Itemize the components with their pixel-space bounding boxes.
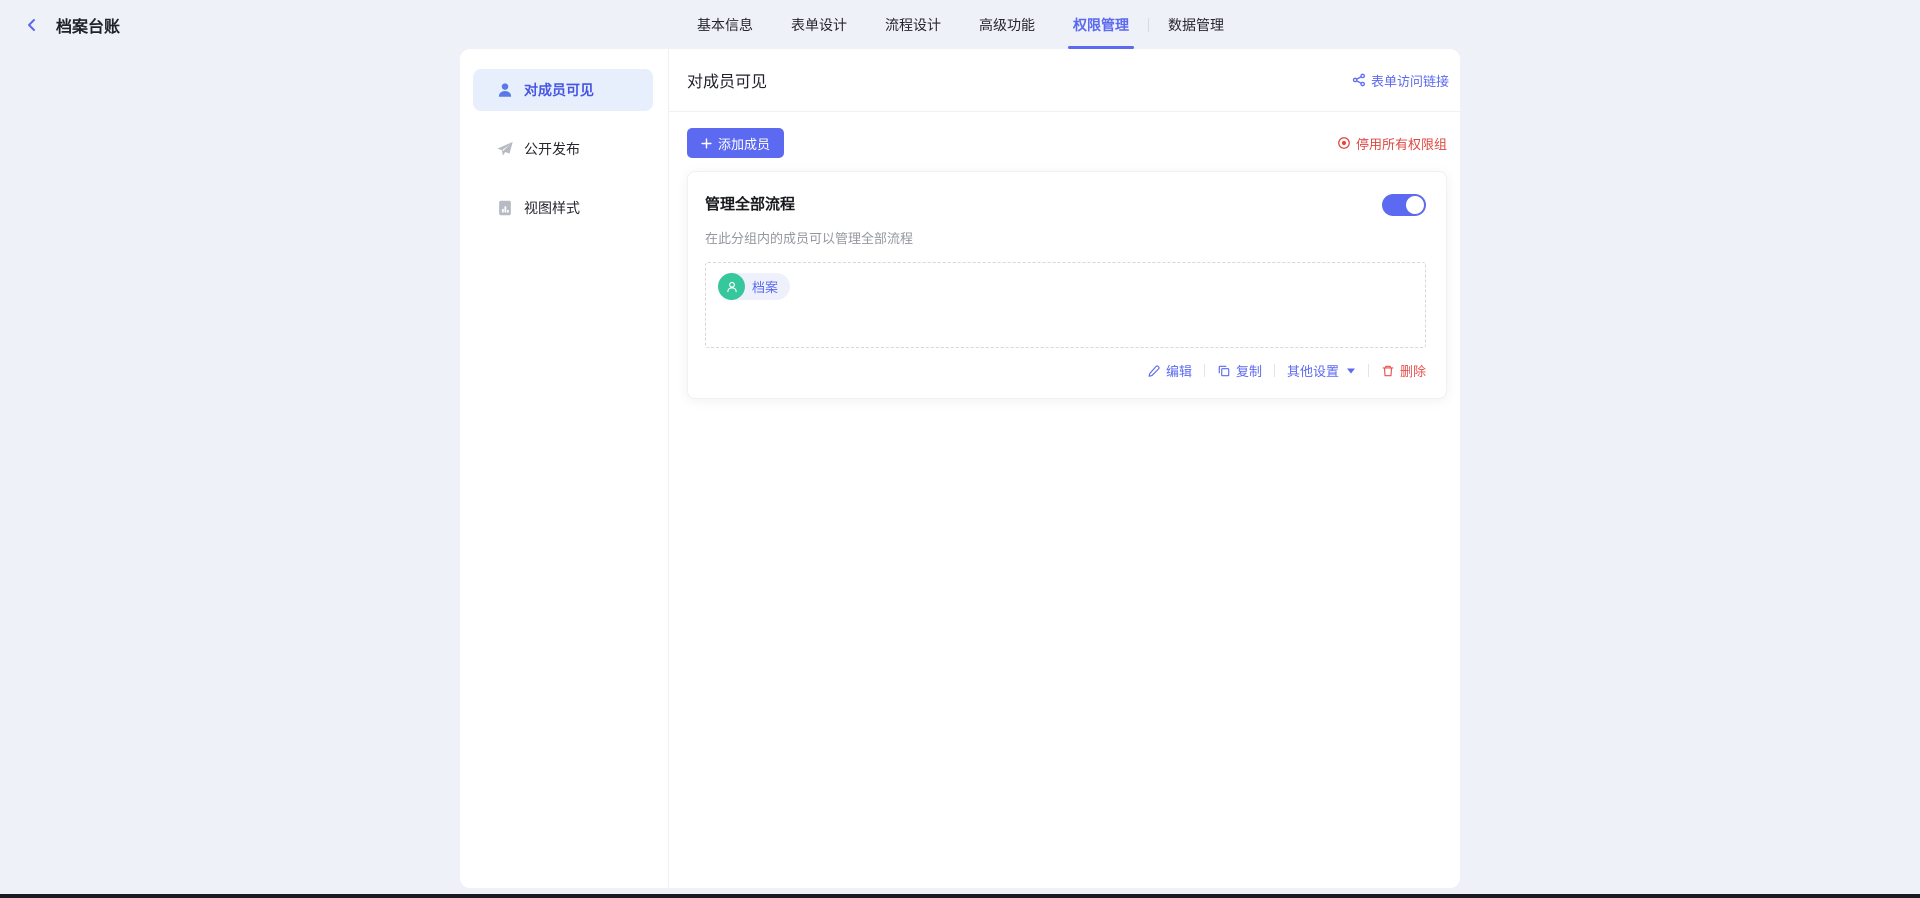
content-header: 对成员可见 表单访问链接 bbox=[669, 49, 1460, 112]
chevron-left-icon bbox=[24, 17, 40, 33]
sidebar-item-member-visible[interactable]: 对成员可见 bbox=[473, 69, 653, 111]
tab-label: 高级功能 bbox=[979, 15, 1035, 35]
tab-permission-management[interactable]: 权限管理 bbox=[1071, 0, 1131, 50]
copy-icon bbox=[1217, 364, 1231, 378]
sidebar-item-label: 公开发布 bbox=[524, 139, 580, 159]
plus-icon bbox=[701, 138, 712, 149]
content-body: 添加成员 停用所有权限组 管理全部流程 在此分组内的成员可以管理全部流程 bbox=[669, 112, 1460, 888]
paper-plane-icon bbox=[496, 140, 514, 158]
permission-group-card: 管理全部流程 在此分组内的成员可以管理全部流程 档案 bbox=[687, 171, 1447, 399]
window-bottom-edge bbox=[0, 894, 1920, 898]
group-title-row: 管理全部流程 bbox=[705, 193, 1426, 216]
form-access-link-label: 表单访问链接 bbox=[1371, 71, 1449, 90]
disable-icon bbox=[1337, 136, 1351, 150]
sidebar-item-label: 视图样式 bbox=[524, 198, 580, 218]
copy-action[interactable]: 复制 bbox=[1217, 361, 1262, 380]
sidebar-item-view-style[interactable]: 视图样式 bbox=[473, 187, 653, 229]
other-settings-dropdown[interactable]: 其他设置 bbox=[1287, 361, 1356, 380]
sidebar-item-label: 对成员可见 bbox=[524, 80, 594, 100]
back-button[interactable] bbox=[24, 0, 40, 50]
group-actions: 编辑 复制 其他设置 bbox=[705, 361, 1426, 380]
tab-label: 流程设计 bbox=[885, 15, 941, 35]
member-visible-icon bbox=[496, 81, 514, 99]
member-name: 档案 bbox=[752, 277, 778, 296]
sidebar-item-public-publish[interactable]: 公开发布 bbox=[473, 128, 653, 170]
toggle-knob bbox=[1406, 196, 1424, 214]
share-icon bbox=[1352, 73, 1366, 87]
tab-basic-info[interactable]: 基本信息 bbox=[695, 0, 755, 50]
toolbar: 添加成员 停用所有权限组 bbox=[687, 128, 1447, 158]
person-icon bbox=[724, 279, 740, 295]
action-separator bbox=[1274, 364, 1275, 377]
tab-label: 基本信息 bbox=[697, 15, 753, 35]
disable-all-permission-groups-link[interactable]: 停用所有权限组 bbox=[1337, 134, 1447, 153]
sidebar: 对成员可见 公开发布 视图样式 bbox=[460, 49, 669, 888]
copy-action-label: 复制 bbox=[1236, 361, 1262, 380]
tab-advanced-features[interactable]: 高级功能 bbox=[977, 0, 1037, 50]
page-title: 档案台账 bbox=[56, 0, 120, 50]
other-settings-label: 其他设置 bbox=[1287, 361, 1339, 380]
member-list-box[interactable]: 档案 bbox=[705, 262, 1426, 348]
top-bar: 档案台账 基本信息 表单设计 流程设计 高级功能 权限管理 数据管理 bbox=[0, 0, 1920, 50]
member-chip[interactable]: 档案 bbox=[718, 273, 790, 300]
add-member-button[interactable]: 添加成员 bbox=[687, 128, 784, 158]
group-description: 在此分组内的成员可以管理全部流程 bbox=[705, 228, 1426, 247]
tab-label: 数据管理 bbox=[1168, 15, 1224, 35]
tab-label: 表单设计 bbox=[791, 15, 847, 35]
tab-form-design[interactable]: 表单设计 bbox=[789, 0, 849, 50]
action-separator bbox=[1368, 364, 1369, 377]
main-panel: 对成员可见 公开发布 视图样式 对成员可见 表单访问链接 bbox=[460, 49, 1460, 888]
edit-action-label: 编辑 bbox=[1166, 361, 1192, 380]
content-area: 对成员可见 表单访问链接 添加成员 bbox=[669, 49, 1460, 888]
caret-down-icon bbox=[1346, 367, 1356, 375]
view-style-icon bbox=[496, 199, 514, 217]
disable-all-label: 停用所有权限组 bbox=[1356, 134, 1447, 153]
action-separator bbox=[1204, 364, 1205, 377]
panel-title: 对成员可见 bbox=[687, 68, 767, 92]
tab-label: 权限管理 bbox=[1073, 15, 1129, 35]
tab-separator bbox=[1148, 18, 1149, 32]
tab-process-design[interactable]: 流程设计 bbox=[883, 0, 943, 50]
tab-bar: 基本信息 表单设计 流程设计 高级功能 权限管理 数据管理 bbox=[678, 0, 1243, 50]
delete-action-label: 删除 bbox=[1400, 361, 1426, 380]
group-enabled-toggle[interactable] bbox=[1382, 194, 1426, 216]
pencil-icon bbox=[1147, 364, 1161, 378]
trash-icon bbox=[1381, 364, 1395, 378]
delete-action[interactable]: 删除 bbox=[1381, 361, 1426, 380]
group-title: 管理全部流程 bbox=[705, 193, 795, 214]
form-access-link[interactable]: 表单访问链接 bbox=[1352, 71, 1449, 90]
add-member-button-label: 添加成员 bbox=[718, 134, 770, 153]
tab-data-management[interactable]: 数据管理 bbox=[1166, 0, 1226, 50]
edit-action[interactable]: 编辑 bbox=[1147, 361, 1192, 380]
member-avatar bbox=[718, 273, 745, 300]
